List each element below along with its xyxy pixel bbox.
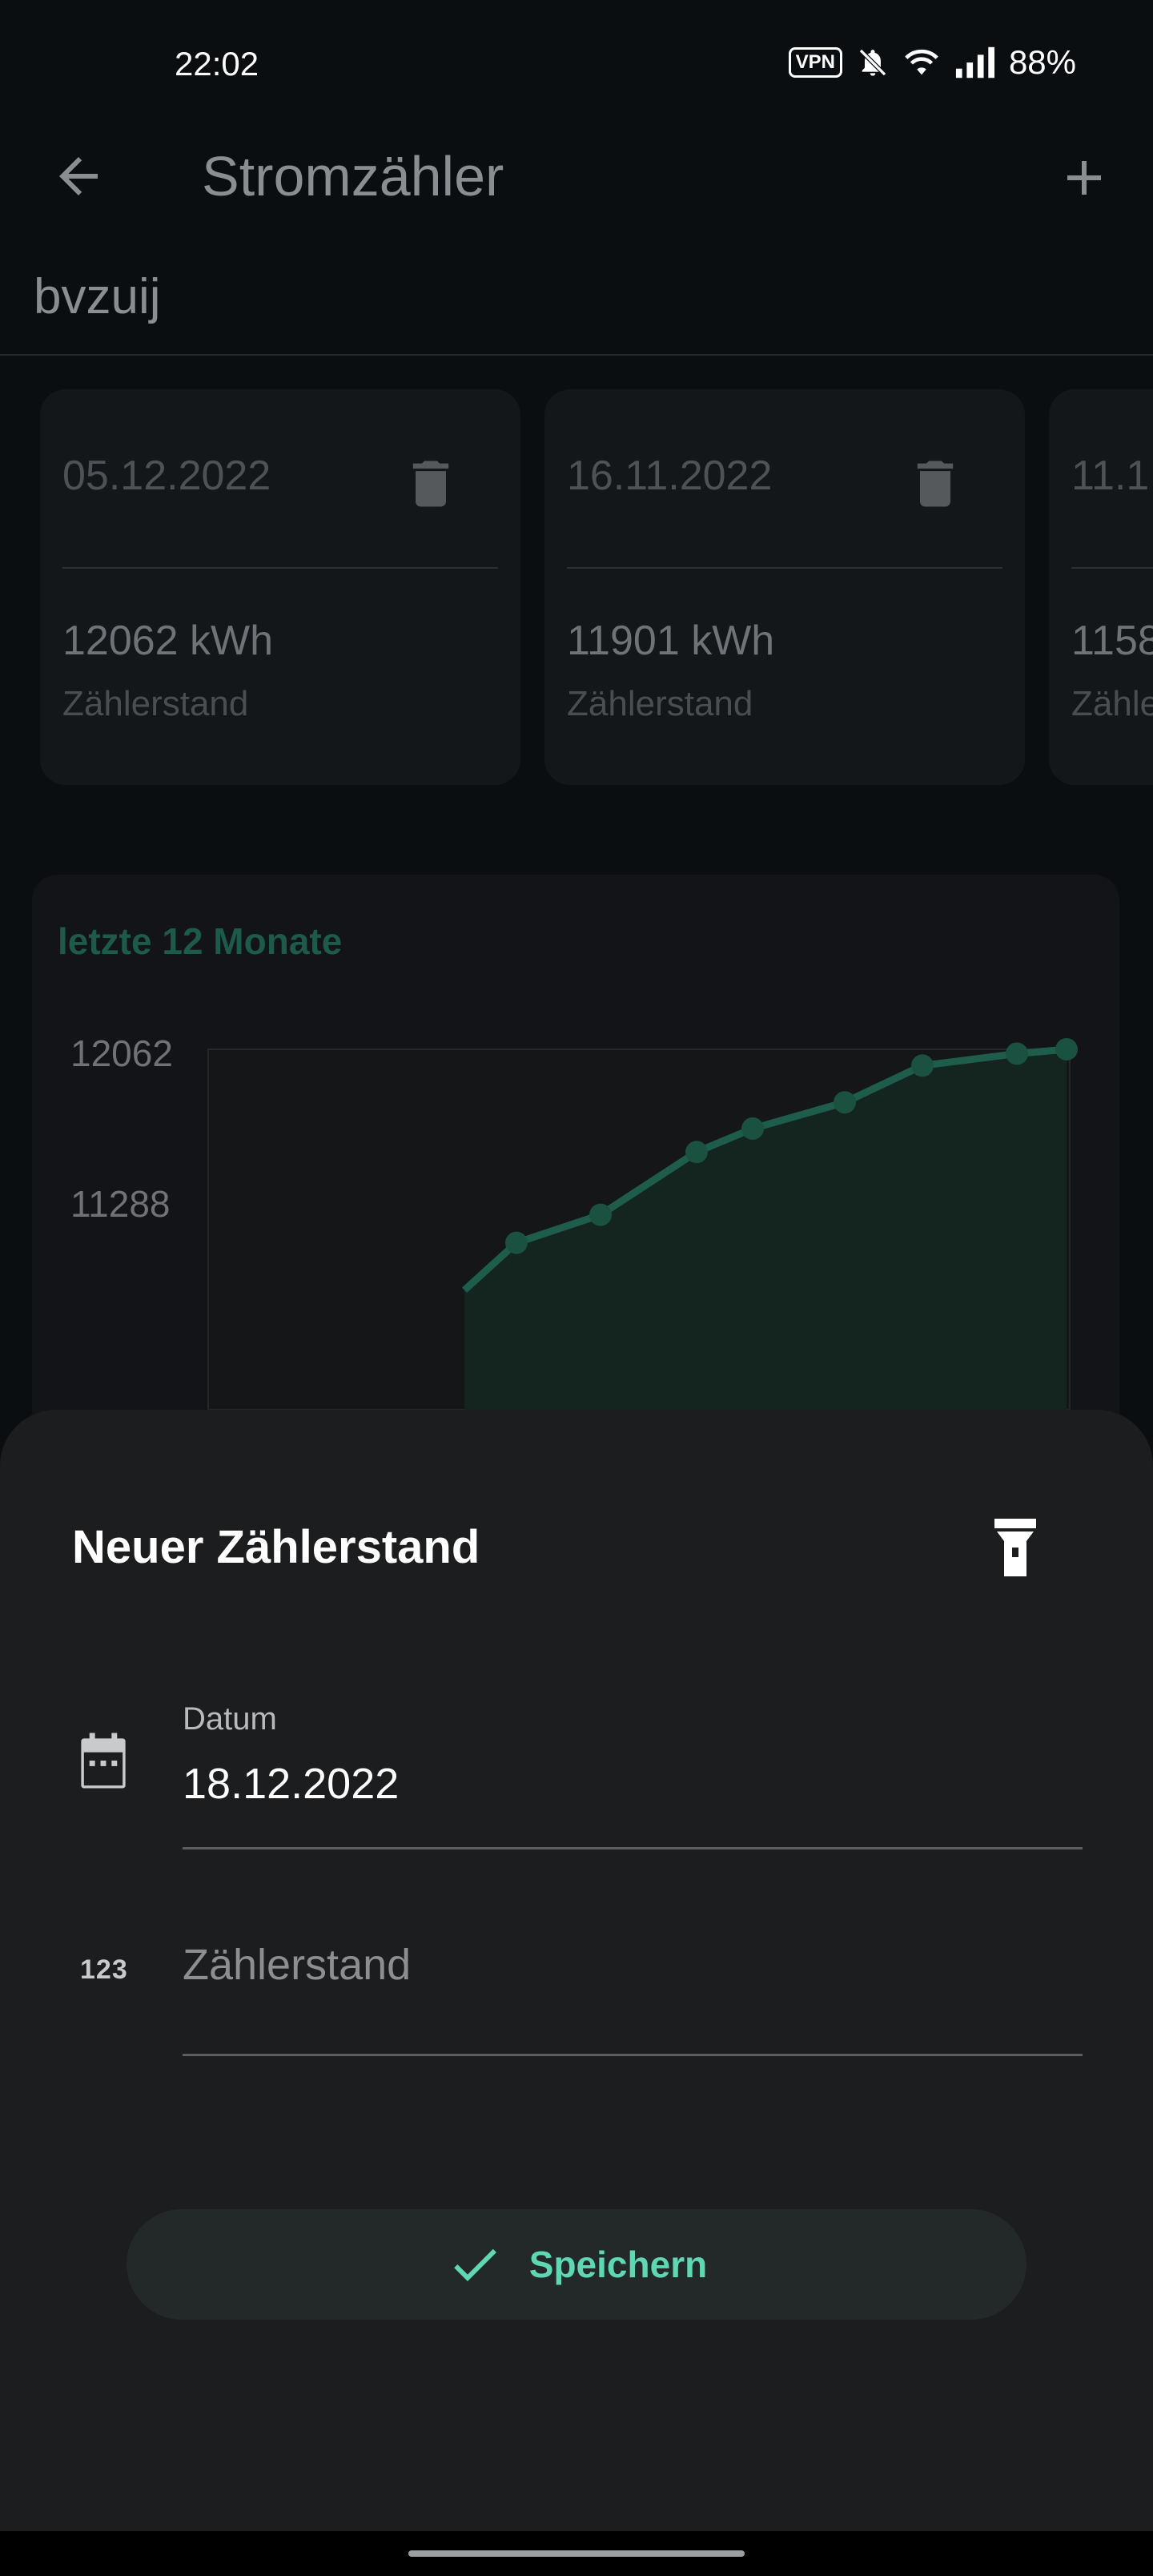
data-point: [741, 1117, 764, 1140]
data-point: [505, 1231, 528, 1254]
save-button[interactable]: Speichern: [127, 2209, 1026, 2320]
numeric-icon: 123: [80, 1954, 128, 1985]
date-field-underline: [183, 1847, 1083, 1849]
data-point: [834, 1091, 856, 1114]
date-field-label: Datum: [183, 1701, 277, 1737]
data-point: [1006, 1042, 1028, 1065]
data-point: [1055, 1038, 1078, 1061]
flashlight-button[interactable]: [988, 1515, 1043, 1584]
meter-reading-field[interactable]: Zählerstand: [183, 1940, 411, 1990]
meter-field-underline: [183, 2054, 1083, 2056]
check-icon: [453, 2248, 496, 2281]
data-point: [685, 1141, 708, 1164]
chart-plot: [207, 1038, 1078, 1410]
bottom-sheet: [0, 1410, 1153, 2531]
data-point: [911, 1054, 934, 1077]
data-point: [589, 1203, 612, 1226]
calendar-icon: [75, 1730, 131, 1795]
save-button-label: Speichern: [528, 2244, 708, 2285]
sheet-title: Neuer Zählerstand: [72, 1521, 480, 1573]
date-field[interactable]: 18.12.2022: [183, 1759, 399, 1809]
flashlight-icon: [994, 1519, 1036, 1576]
gesture-handle[interactable]: [408, 2550, 745, 2557]
